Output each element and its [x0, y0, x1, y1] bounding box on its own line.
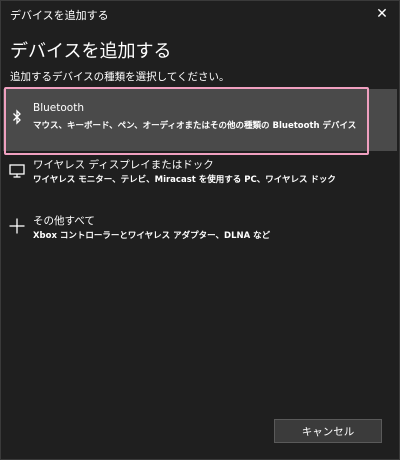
option-description: マウス、キーボード、ペン、オーディオまたはその他の種類の Bluetooth デ… [33, 121, 357, 131]
instruction-text: 追加するデバイスの種類を選択してください。 [10, 71, 230, 83]
bluetooth-icon [13, 109, 21, 125]
close-icon: ✕ [376, 6, 388, 22]
option-description: Xbox コントローラーとワイヤレス アダプター、DLNA など [33, 231, 271, 241]
plus-icon [9, 218, 25, 234]
add-device-window: デバイスを追加する ✕ デバイスを追加する 追加するデバイスの種類を選択してくだ… [0, 0, 400, 460]
option-description: ワイヤレス モニター、テレビ、Miracast を使用する PC、ワイヤレス ド… [33, 175, 336, 185]
window-title: デバイスを追加する [10, 9, 109, 22]
cancel-button[interactable]: キャンセル [274, 419, 382, 443]
monitor-icon [9, 164, 25, 178]
option-title: Bluetooth [33, 102, 84, 114]
option-wireless-display[interactable]: ワイヤレス ディスプレイまたはドック ワイヤレス モニター、テレビ、Miraca… [3, 153, 397, 197]
option-bluetooth[interactable]: Bluetooth マウス、キーボード、ペン、オーディオまたはその他の種類の B… [3, 89, 397, 151]
option-title: ワイヤレス ディスプレイまたはドック [33, 159, 214, 171]
page-title: デバイスを追加する [10, 41, 172, 62]
close-button[interactable]: ✕ [365, 1, 399, 27]
title-bar: デバイスを追加する ✕ [1, 1, 399, 28]
option-everything-else[interactable]: その他すべて Xbox コントローラーとワイヤレス アダプター、DLNA など [3, 209, 397, 253]
option-title: その他すべて [33, 215, 95, 227]
